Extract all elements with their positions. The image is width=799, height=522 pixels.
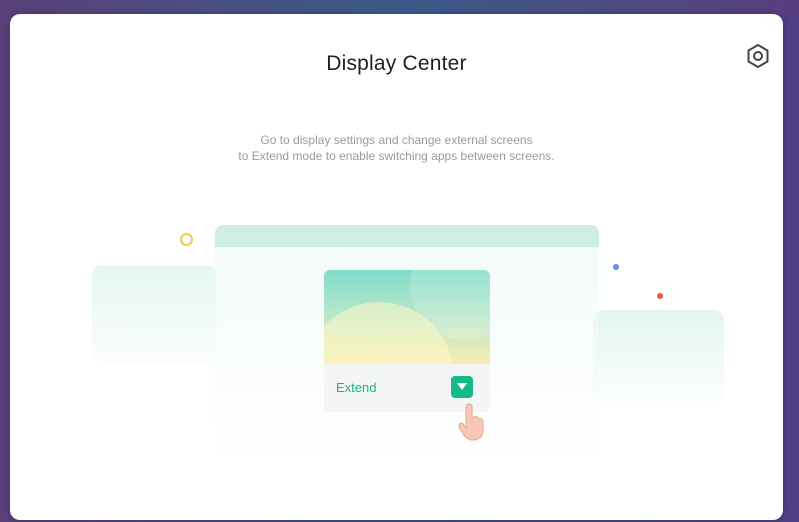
decorative-dot-blue — [613, 264, 619, 270]
top-edge — [0, 0, 799, 14]
left-screen-graphic — [92, 266, 217, 362]
decorative-dot-red — [657, 293, 663, 299]
mode-label: Extend — [336, 380, 377, 395]
display-center-dialog: Display Center Go to display settings an… — [10, 14, 783, 520]
hand-pointer-icon — [458, 403, 484, 441]
screen-preview-graphic — [324, 270, 490, 364]
window-title-bar-graphic — [215, 225, 599, 247]
decorative-dot-yellow — [180, 233, 193, 246]
extend-mode-illustration: Extend — [10, 14, 783, 520]
right-screen-graphic — [593, 310, 724, 402]
dropdown-toggle — [451, 376, 473, 398]
caret-down-icon — [457, 383, 467, 390]
